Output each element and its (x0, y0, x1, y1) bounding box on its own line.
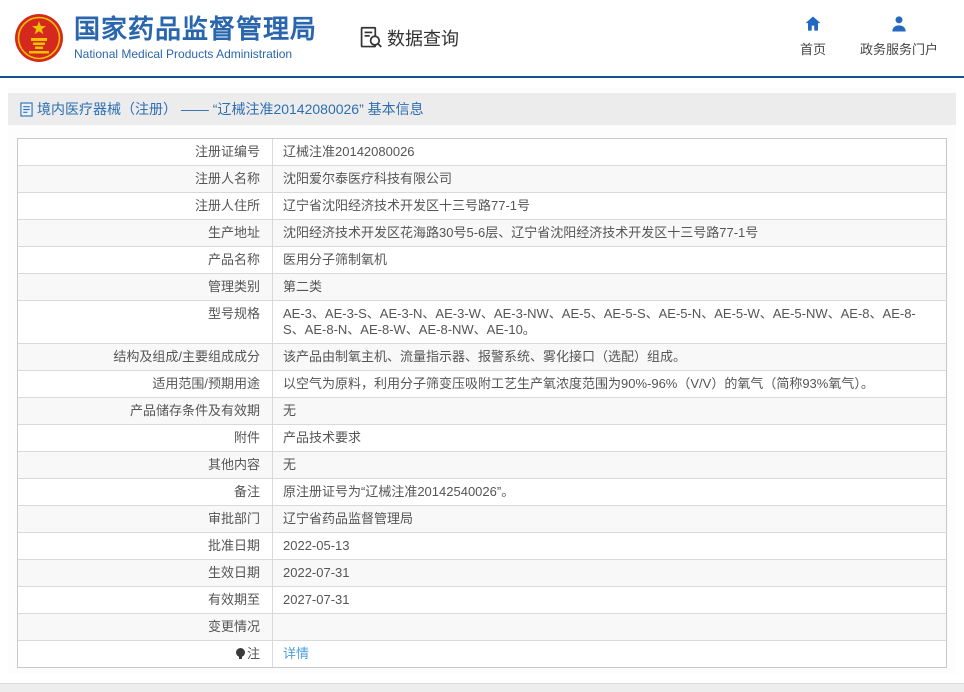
row-value: 以空气为原料，利用分子筛变压吸附工艺生产氧浓度范围为90%-96%（V/V）的氧… (283, 376, 874, 391)
person-icon (892, 16, 906, 32)
row-value: 原注册证号为“辽械注准20142540026”。 (283, 484, 515, 499)
data-query-label: 数据查询 (387, 29, 460, 49)
table-row: 管理类别 第二类 (18, 274, 946, 301)
row-value: AE-3、AE-3-S、AE-3-N、AE-3-W、AE-3-NW、AE-5、A… (283, 306, 916, 337)
row-label: 生效日期 (18, 560, 273, 586)
table-row: 产品储存条件及有效期 无 (18, 398, 946, 425)
table-row: 注册证编号 辽械注准20142080026 (18, 139, 946, 166)
row-label: 变更情况 (18, 614, 273, 640)
row-value: 2022-05-13 (283, 538, 350, 553)
row-value: 无 (283, 403, 297, 418)
row-label: 适用范围/预期用途 (18, 371, 273, 397)
org-name-en: National Medical Products Administration (74, 46, 293, 61)
row-label: 其他内容 (18, 452, 273, 478)
table-row: 注册人名称 沈阳爱尔泰医疗科技有限公司 (18, 166, 946, 193)
content-container: 境内医疗器械（注册） —— “辽械注准20142080026” 基本信息 注册证… (8, 88, 956, 674)
bulb-icon (235, 648, 245, 659)
row-value: 辽械注准20142080026 (283, 144, 415, 159)
national-emblem-icon (15, 14, 63, 62)
nav-portal[interactable]: 政务服务门户 (860, 14, 938, 58)
row-value: 医用分子筛制氧机 (283, 252, 388, 267)
table-row: 生产地址 沈阳经济技术开发区花海路30号5-6层、辽宁省沈阳经济技术开发区十三号… (18, 220, 946, 247)
row-label: 结构及组成/主要组成成分 (18, 344, 273, 370)
nav-data-query[interactable]: 数据查询 (359, 25, 459, 51)
row-value: 详情 (273, 641, 946, 667)
row-value: 辽宁省药品监督管理局 (283, 511, 414, 526)
row-value: 2022-07-31 (283, 565, 350, 580)
row-label: 注册人住所 (18, 193, 273, 219)
row-label: 型号规格 (18, 301, 273, 343)
row-label: 管理类别 (18, 274, 273, 300)
table-row: 备注 原注册证号为“辽械注准20142540026”。 (18, 479, 946, 506)
table-row: 注 详情 (18, 641, 946, 667)
row-value: 无 (283, 457, 297, 472)
document-icon (20, 101, 33, 117)
home-icon (805, 16, 821, 31)
nav-home-label: 首页 (799, 42, 826, 57)
org-name-zh: 国家药品监督管理局 (74, 14, 318, 45)
table-row: 结构及组成/主要组成成分 该产品由制氧主机、流量指示器、报警系统、雾化接口（选配… (18, 344, 946, 371)
table-row: 附件 产品技术要求 (18, 425, 946, 452)
table-row: 生效日期 2022-07-31 (18, 560, 946, 587)
page-title: 境内医疗器械（注册） —— “辽械注准20142080026” 基本信息 (37, 101, 424, 117)
table-row: 批准日期 2022-05-13 (18, 533, 946, 560)
row-label: 注册人名称 (18, 166, 273, 192)
row-value: 沈阳经济技术开发区花海路30号5-6层、辽宁省沈阳经济技术开发区十三号路77-1… (283, 225, 759, 240)
table-row: 其他内容 无 (18, 452, 946, 479)
row-label: 备注 (18, 479, 273, 505)
table-row: 注册人住所 辽宁省沈阳经济技术开发区十三号路77-1号 (18, 193, 946, 220)
row-value: 沈阳爱尔泰医疗科技有限公司 (283, 171, 453, 186)
info-table: 注册证编号 辽械注准20142080026 注册人名称 沈阳爱尔泰医疗科技有限公… (17, 138, 947, 668)
row-value (273, 614, 946, 640)
table-row: 审批部门 辽宁省药品监督管理局 (18, 506, 946, 533)
site-logo[interactable]: 国家药品监督管理局 National Medical Products Admi… (14, 13, 317, 63)
footer-strip (0, 683, 964, 692)
row-value: 该产品由制氧主机、流量指示器、报警系统、雾化接口（选配）组成。 (283, 349, 687, 364)
row-value: 产品技术要求 (283, 430, 362, 445)
row-label: 有效期至 (18, 587, 273, 613)
row-label: 产品名称 (18, 247, 273, 273)
nav-portal-label: 政务服务门户 (859, 42, 938, 57)
nav-home[interactable]: 首页 (800, 14, 826, 58)
row-value: 辽宁省沈阳经济技术开发区十三号路77-1号 (283, 198, 531, 213)
row-label: 注册证编号 (18, 139, 273, 165)
table-row: 变更情况 (18, 614, 946, 641)
row-label: 审批部门 (18, 506, 273, 532)
row-label: 附件 (18, 425, 273, 451)
row-value: 2027-07-31 (283, 592, 350, 607)
row-label: 生产地址 (18, 220, 273, 246)
table-row: 适用范围/预期用途 以空气为原料，利用分子筛变压吸附工艺生产氧浓度范围为90%-… (18, 371, 946, 398)
doc-search-icon (360, 26, 382, 48)
row-label: 产品储存条件及有效期 (18, 398, 273, 424)
row-label: 批准日期 (18, 533, 273, 559)
row-label: 注 (18, 641, 273, 667)
page-title-bar: 境内医疗器械（注册） —— “辽械注准20142080026” 基本信息 (8, 93, 956, 125)
site-header: 国家药品监督管理局 National Medical Products Admi… (0, 0, 964, 78)
details-link[interactable]: 详情 (283, 646, 309, 661)
table-row: 有效期至 2027-07-31 (18, 587, 946, 614)
row-value: 第二类 (283, 279, 323, 294)
table-row: 产品名称 医用分子筛制氧机 (18, 247, 946, 274)
table-row: 型号规格 AE-3、AE-3-S、AE-3-N、AE-3-W、AE-3-NW、A… (18, 301, 946, 344)
top-nav: 首页 政务服务门户 (800, 14, 938, 58)
